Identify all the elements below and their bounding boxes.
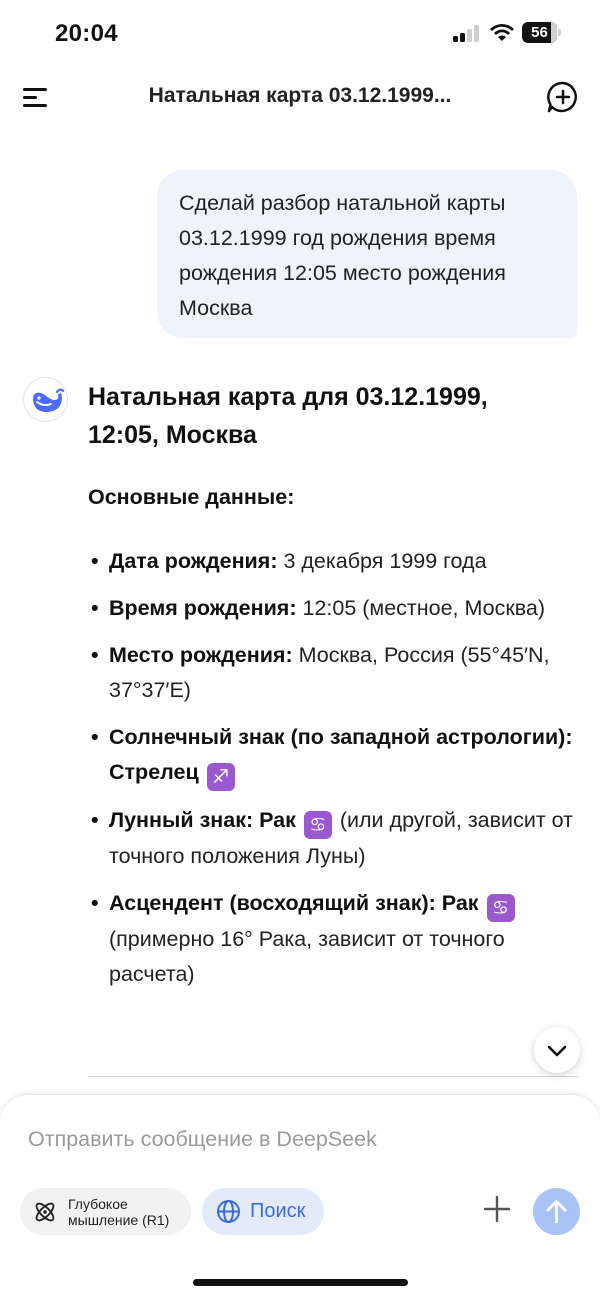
divider — [88, 1076, 578, 1077]
chevron-down-icon — [547, 1045, 567, 1057]
deepseek-whale-icon — [33, 388, 65, 412]
search-button[interactable]: Поиск — [202, 1188, 324, 1235]
cellular-signal-icon — [453, 24, 483, 42]
list-item: Асцендент (восходящий знак): Рак ♋ (прим… — [88, 886, 578, 992]
wifi-icon — [490, 24, 514, 41]
battery-icon: 56 — [522, 22, 562, 43]
home-indicator — [193, 1279, 408, 1286]
list-item: Место рождения: Москва, Россия (55°45′N,… — [88, 638, 578, 708]
composer: Глубокое мышление (R1) Поиск — [0, 1094, 600, 1297]
search-label: Поиск — [250, 1200, 306, 1222]
cancer-icon: ♋ — [486, 894, 515, 922]
list-item: Солнечный знак (по западной астрологии):… — [88, 720, 578, 791]
section-title: Основные данные: — [88, 485, 295, 509]
facts-list: Дата рождения: 3 декабря 1999 года Время… — [88, 544, 578, 1004]
status-bar: 20:04 56 — [0, 0, 600, 70]
list-item: Время рождения: 12:05 (местное, Москва) — [88, 591, 578, 626]
deep-think-label: Глубокое мышление (R1) — [68, 1196, 170, 1228]
menu-icon[interactable] — [20, 84, 50, 110]
send-button[interactable] — [533, 1188, 580, 1235]
scroll-down-button[interactable] — [534, 1027, 580, 1073]
status-time: 20:04 — [55, 20, 118, 47]
cancer-icon: ♋ — [303, 811, 332, 839]
atom-icon — [35, 1202, 55, 1222]
assistant-avatar — [23, 377, 68, 422]
globe-icon — [217, 1200, 240, 1223]
chat-title[interactable]: Натальная карта 03.12.1999... — [120, 84, 480, 108]
chat-header: Натальная карта 03.12.1999... — [0, 70, 600, 126]
deep-think-button[interactable]: Глубокое мышление (R1) — [20, 1188, 191, 1235]
plus-icon[interactable] — [480, 1192, 514, 1226]
new-chat-icon[interactable] — [546, 80, 580, 114]
arrow-up-icon — [546, 1200, 567, 1224]
answer-title: Натальная карта для 03.12.1999, 12:05, М… — [88, 383, 488, 449]
battery-level: 56 — [531, 24, 548, 41]
user-message-bubble: Сделай разбор натальной карты 03.12.1999… — [157, 170, 577, 338]
list-item: Дата рождения: 3 декабря 1999 года — [88, 544, 578, 579]
list-item: Лунный знак: Рак ♋ (или другой, зависит … — [88, 803, 578, 874]
message-input[interactable] — [28, 1123, 568, 1155]
sagittarius-icon: ♐ — [206, 763, 235, 791]
